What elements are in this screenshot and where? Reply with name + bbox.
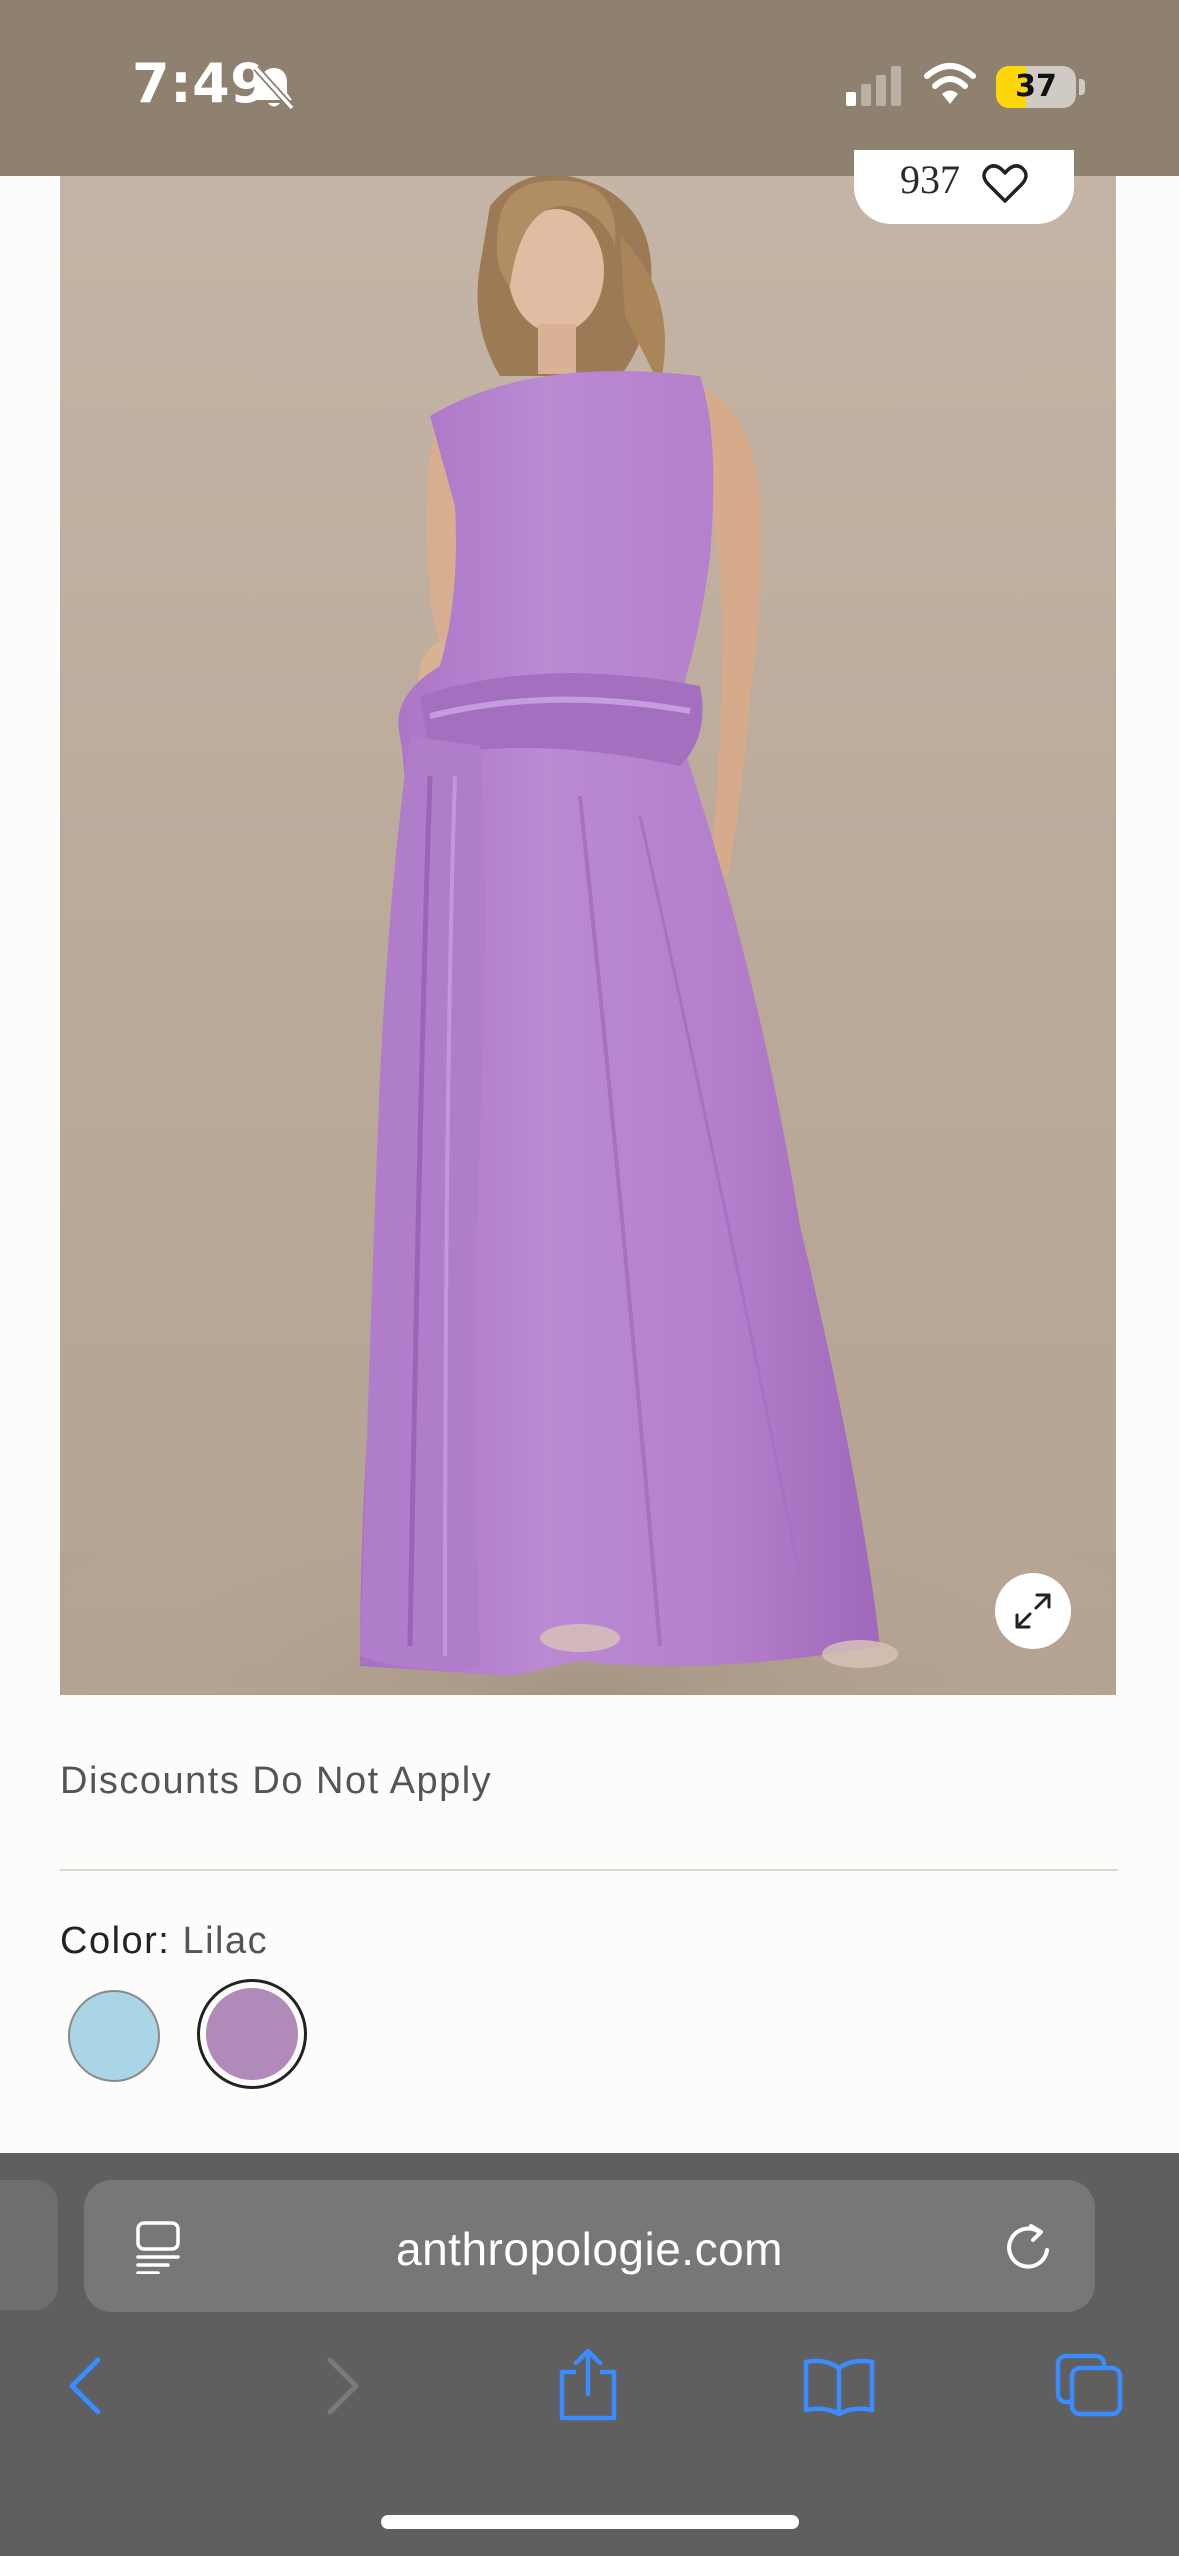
bookmarks-icon[interactable] bbox=[802, 2356, 876, 2416]
forward-icon bbox=[327, 2357, 359, 2415]
color-swatch-lilac[interactable] bbox=[206, 1988, 298, 2080]
heart-icon[interactable] bbox=[982, 164, 1028, 204]
status-time: 7:49 bbox=[132, 52, 269, 115]
dress-model-photo bbox=[60, 176, 1116, 1695]
expand-image-button[interactable] bbox=[995, 1573, 1071, 1649]
favorite-count: 937 bbox=[900, 157, 960, 202]
tabs-icon[interactable] bbox=[1054, 2352, 1124, 2418]
color-label: Color: bbox=[60, 1920, 171, 1962]
color-swatch-light-blue[interactable] bbox=[68, 1990, 160, 2082]
home-indicator[interactable] bbox=[381, 2515, 799, 2529]
bell-slash-icon bbox=[253, 65, 295, 111]
battery-level: 37 bbox=[1015, 69, 1057, 104]
discount-note: Discounts Do Not Apply bbox=[60, 1760, 493, 1802]
color-value: Lilac bbox=[182, 1920, 269, 1962]
share-icon[interactable] bbox=[556, 2348, 620, 2422]
wifi-icon bbox=[924, 63, 976, 104]
product-image[interactable] bbox=[60, 176, 1116, 1695]
battery-tip bbox=[1079, 79, 1085, 95]
back-icon[interactable] bbox=[66, 2356, 106, 2416]
cellular-signal-icon bbox=[846, 66, 901, 106]
divider bbox=[60, 1869, 1118, 1871]
screen: 7:49 37 937 Discounts Do Not Apply Color… bbox=[0, 0, 1179, 2556]
expand-icon bbox=[1015, 1593, 1051, 1629]
reload-icon[interactable] bbox=[1003, 2220, 1053, 2274]
battery-icon: 37 bbox=[996, 66, 1076, 108]
color-selector-label: Color: Lilac bbox=[60, 1920, 268, 1963]
favorite-button[interactable] bbox=[854, 150, 1074, 224]
